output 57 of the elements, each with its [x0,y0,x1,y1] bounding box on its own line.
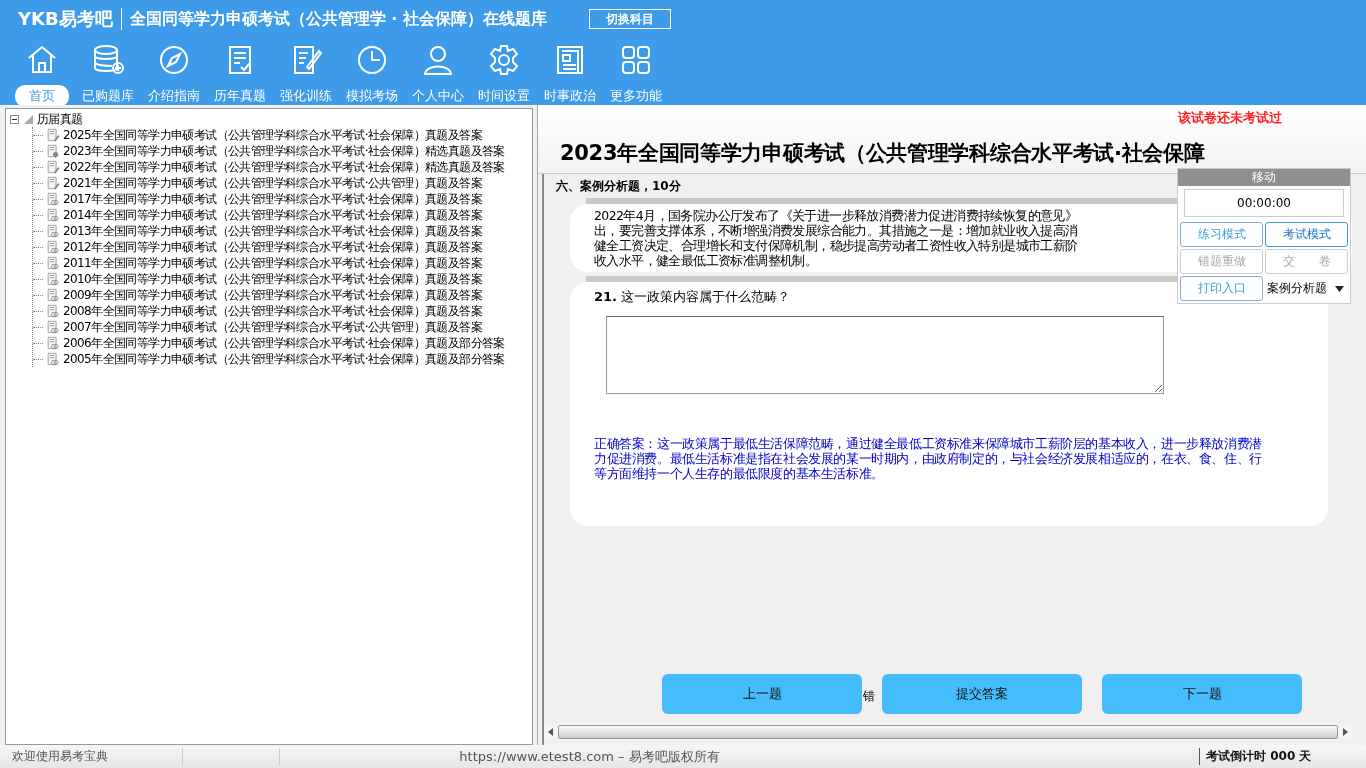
countdown-text: 考试倒计时 000 天 [1199,748,1366,765]
tree-item[interactable]: 2023年全国同等学力申硕考试（公共管理学科综合水平考试·社会保障）精选真题及答案 [63,142,505,160]
question-text: 21. 这一政策内容属于什么范畴？ [594,288,791,306]
tree-item[interactable]: 2025年全国同等学力申硕考试（公共管理学科综合水平考试·社会保障）真题及答案 [63,126,482,144]
app-logo: YKB易考吧 [18,7,113,31]
document-icon [46,319,60,335]
tree-node[interactable]: 历届真题 [37,110,83,128]
exam-notice: 该试卷还未考试过 [1178,109,1282,127]
document-icon [46,175,60,191]
tree-item[interactable]: 2008年全国同等学力申硕考试（公共管理学科综合水平考试·社会保障）真题及答案 [63,302,482,320]
answer-text: 正确答案：这一政策属于最低生活保障范畴，通过健全最低工资标准来保障城市工薪阶层的基本收入，进一步释放消费潜力促进消费。最低生活标准是指在社会发展的某一时期内，由政府制定的，与社会经济发展相适应的，在衣、食、住、行等方面维持一个人生存的最低限度的基本生活标准。 [594,436,1263,481]
nav-button[interactable]: 提交答案 [882,674,1082,714]
collapse-toggle[interactable] [10,114,19,124]
document-icon [46,255,60,271]
passage-line: 收入水平，健全最低工资标准调整机制。 [594,253,819,268]
timer: 00:00:00 [1184,189,1344,217]
tree-item[interactable]: 2022年全国同等学力申硕考试（公共管理学科综合水平考试·社会保障）精选真题及答案 [63,158,505,176]
answer-field[interactable] [606,316,1164,394]
document-icon [46,287,60,303]
tree-item[interactable]: 2006年全国同等学力申硕考试（公共管理学科综合水平考试·社会保障）真题及部分答案 [63,334,505,352]
app-title: 全国同等学力申硕考试（公共管理学 · 社会保障）在线题库 [129,8,547,30]
document-icon [46,143,60,159]
tree-item[interactable]: 2017年全国同等学力申硕考试（公共管理学科综合水平考试·社会保障）真题及答案 [63,190,482,208]
tree-item[interactable]: 2013年全国同等学力申硕考试（公共管理学科综合水平考试·社会保障）真题及答案 [63,222,482,240]
document-icon [46,159,60,175]
exam-title: 2023年全国同等学力申硕考试（公共管理学科综合水平考试·社会保障 [560,140,1205,167]
mode-button[interactable]: 考试模式 [1265,222,1348,247]
tree-item[interactable]: 2011年全国同等学力申硕考试（公共管理学科综合水平考试·社会保障）真题及答案 [63,254,482,272]
horizontal-scrollbar[interactable] [544,724,1352,740]
tree-item[interactable]: 2014年全国同等学力申硕考试（公共管理学科综合水平考试·社会保障）真题及答案 [63,206,482,224]
copyright-text: https://www.etest8.com – 易考吧版权所有 [279,747,1199,766]
document-icon [46,303,60,319]
passage-line: 健全工资决定、合理增长和支付保障机制，稳步提高劳动者工资性收入特别是城市工薪阶 [594,238,1079,253]
triangle-icon [22,113,34,125]
document-icon [46,223,60,239]
document-icon [46,207,60,223]
document-icon [46,335,60,351]
passage-line: 出，要完善支撑体系，不断增强消费发展综合能力。其措施之一是：增加就业收入提高消 [594,223,1079,238]
document-icon [46,351,60,367]
tree-item[interactable]: 2021年全国同等学力申硕考试（公共管理学科综合水平考试·公共管理）真题及答案 [63,174,482,192]
caret-icon[interactable] [1335,285,1344,292]
wrong-label: 错 [863,688,875,705]
document-icon [46,239,60,255]
document-icon [46,271,60,287]
section-heading: 六、案例分析题，10分 [556,178,682,195]
tree-item[interactable]: 2012年全国同等学力申硕考试（公共管理学科综合水平考试·社会保障）真题及答案 [63,238,482,256]
document-icon [46,127,60,143]
nav-button[interactable]: 上一题 [662,674,862,714]
tree-item[interactable]: 2005年全国同等学力申硕考试（公共管理学科综合水平考试·社会保障）真题及部分答案 [63,350,505,368]
welcome-text: 欢迎使用易考宝典 [0,748,183,765]
nav-button[interactable]: 下一题 [1102,674,1302,714]
document-icon [46,191,60,207]
tree-item[interactable]: 2009年全国同等学力申硕考试（公共管理学科综合水平考试·社会保障）真题及答案 [63,286,482,304]
passage-line: 2022年4月，国务院办公厅发布了《关于进一步释放消费潜力促进消费持续恢复的意见》 [594,208,1079,223]
question-type-select[interactable]: 案例分析题 [1265,276,1348,301]
tree-item[interactable]: 2010年全国同等学力申硕考试（公共管理学科综合水平考试·社会保障）真题及答案 [63,270,482,288]
tree-item[interactable]: 2007年全国同等学力申硕考试（公共管理学科综合水平考试·公共管理）真题及答案 [63,318,482,336]
